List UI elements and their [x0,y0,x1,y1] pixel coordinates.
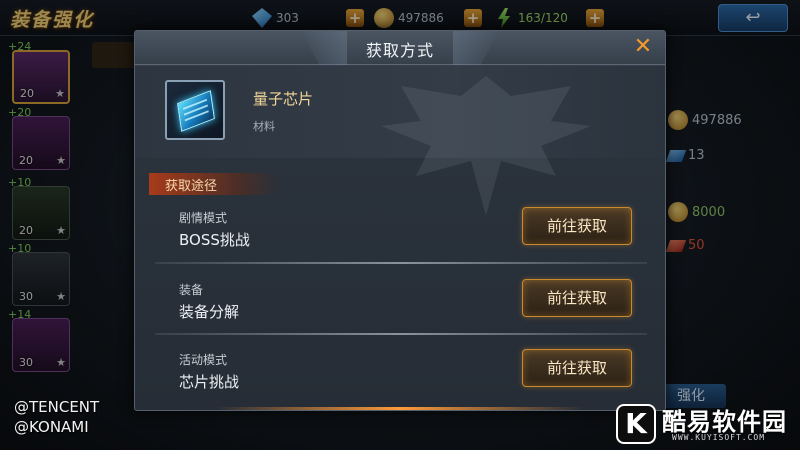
route-category: 剧情模式 [179,211,228,225]
dialog-title: 获取方式 [365,41,434,60]
go-acquire-button[interactable]: 前往获取 [522,207,632,245]
copyright-watermark: @TENCENT @KONAMI [14,397,99,437]
route-row: 活动模式 芯片挑战 前往获取 [155,349,649,411]
site-logo-url: WWW.KUYISOFT.COM [672,433,766,442]
section-label: 获取途径 [165,179,218,194]
go-acquire-button[interactable]: 前往获取 [522,349,632,387]
route-name: 装备分解 [179,303,240,321]
item-type: 材料 [253,120,275,133]
copyright-line: @TENCENT [14,398,100,416]
acquire-method-dialog: 获取方式 ✕ 量子芯片 材料 获取途径 剧情模式 BOSS挑战 前往获取 装备 … [134,30,666,411]
item-name: 量子芯片 [253,90,314,108]
divider [155,333,647,335]
item-info-panel: 量子芯片 材料 [135,66,665,216]
dialog-footer-glow [215,407,585,410]
eagle-emblem-icon [381,76,591,216]
divider [155,262,647,264]
close-icon[interactable]: ✕ [629,33,657,61]
item-icon [165,80,225,140]
route-name: BOSS挑战 [179,231,250,249]
copyright-line: @KONAMI [14,418,89,436]
route-row: 装备 装备分解 前往获取 [155,279,649,341]
route-row: 剧情模式 BOSS挑战 前往获取 [155,207,649,269]
route-category: 装备 [179,283,204,297]
go-acquire-button[interactable]: 前往获取 [522,279,632,317]
route-category: 活动模式 [179,353,228,367]
route-name: 芯片挑战 [179,373,240,391]
chip-icon [177,90,215,132]
dialog-header: 获取方式 ✕ [135,31,665,65]
site-logo-icon: K [616,404,656,444]
site-logo-text: 酷易软件园 [662,408,787,436]
